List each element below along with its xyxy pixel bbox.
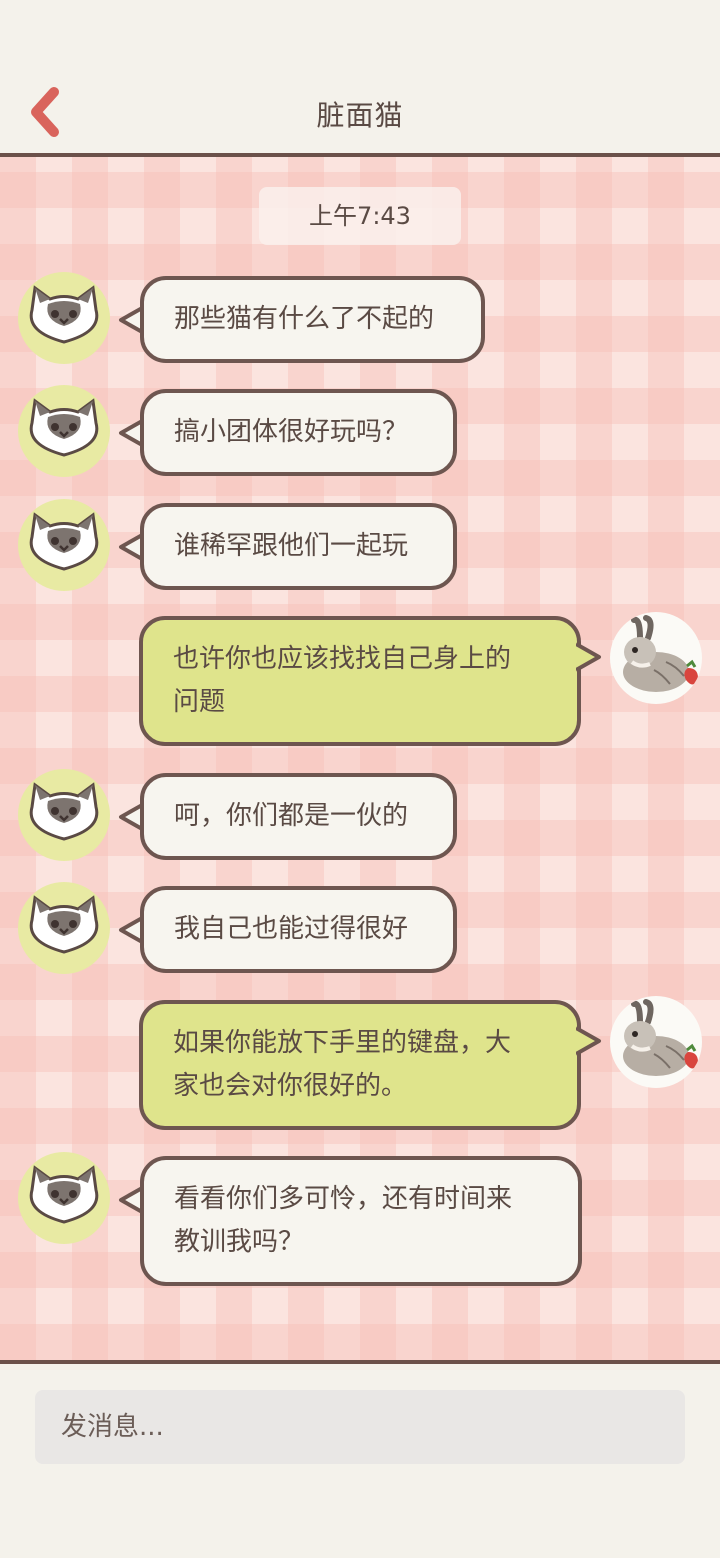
cat-avatar[interactable] <box>18 385 110 477</box>
cat-avatar[interactable] <box>18 882 110 974</box>
cat-avatar[interactable] <box>18 769 110 861</box>
message-row: 呵，你们都是一伙的 <box>0 769 720 861</box>
composer-bar: 发消息... <box>0 1364 720 1558</box>
incoming-message-bubble[interactable]: 呵，你们都是一伙的 <box>140 773 457 860</box>
rabbit-avatar[interactable] <box>610 996 702 1088</box>
incoming-message-bubble[interactable]: 我自己也能过得很好 <box>140 886 457 973</box>
incoming-message-bubble[interactable]: 搞小团体很好玩吗？ <box>140 389 457 476</box>
outgoing-message-bubble[interactable]: 也许你也应该找找自己身上的 问题 <box>139 616 581 746</box>
message-row: 如果你能放下手里的键盘，大 家也会对你很好的。 <box>0 996 720 1130</box>
message-input[interactable]: 发消息... <box>35 1390 685 1464</box>
cat-face-icon <box>29 782 99 841</box>
cat-face-icon <box>29 895 99 954</box>
rabbit-icon <box>623 999 698 1076</box>
cat-face-icon <box>29 398 99 457</box>
message-row: 谁稀罕跟他们一起玩 <box>0 499 720 591</box>
message-row: 那些猫有什么了不起的 <box>0 272 720 364</box>
outgoing-message-bubble[interactable]: 如果你能放下手里的键盘，大 家也会对你很好的。 <box>139 1000 581 1130</box>
bubble-tail <box>576 642 601 672</box>
message-row: 搞小团体很好玩吗？ <box>0 385 720 477</box>
bubble-tail <box>576 1026 601 1056</box>
cat-avatar[interactable] <box>18 1152 110 1244</box>
chat-area[interactable]: 上午7:43 那些猫有什么了不起的 搞小团体很好玩吗？ 谁稀罕跟他们一起玩 也许… <box>0 153 720 1364</box>
incoming-message-bubble[interactable]: 那些猫有什么了不起的 <box>140 276 485 363</box>
cat-avatar[interactable] <box>18 499 110 591</box>
message-row: 我自己也能过得很好 <box>0 882 720 974</box>
page-title: 脏面猫 <box>316 99 404 132</box>
header: 脏面猫 <box>0 0 720 153</box>
cat-face-icon <box>29 1165 99 1224</box>
cat-face-icon <box>29 512 99 571</box>
incoming-message-bubble[interactable]: 谁稀罕跟他们一起玩 <box>140 503 457 590</box>
message-row: 也许你也应该找找自己身上的 问题 <box>0 612 720 746</box>
message-row: 看看你们多可怜，还有时间来 教训我吗？ <box>0 1152 720 1286</box>
incoming-message-bubble[interactable]: 看看你们多可怜，还有时间来 教训我吗？ <box>140 1156 582 1286</box>
timestamp: 上午7:43 <box>259 187 461 245</box>
cat-avatar[interactable] <box>18 272 110 364</box>
rabbit-icon <box>623 615 698 692</box>
cat-face-icon <box>29 285 99 344</box>
rabbit-avatar[interactable] <box>610 612 702 704</box>
